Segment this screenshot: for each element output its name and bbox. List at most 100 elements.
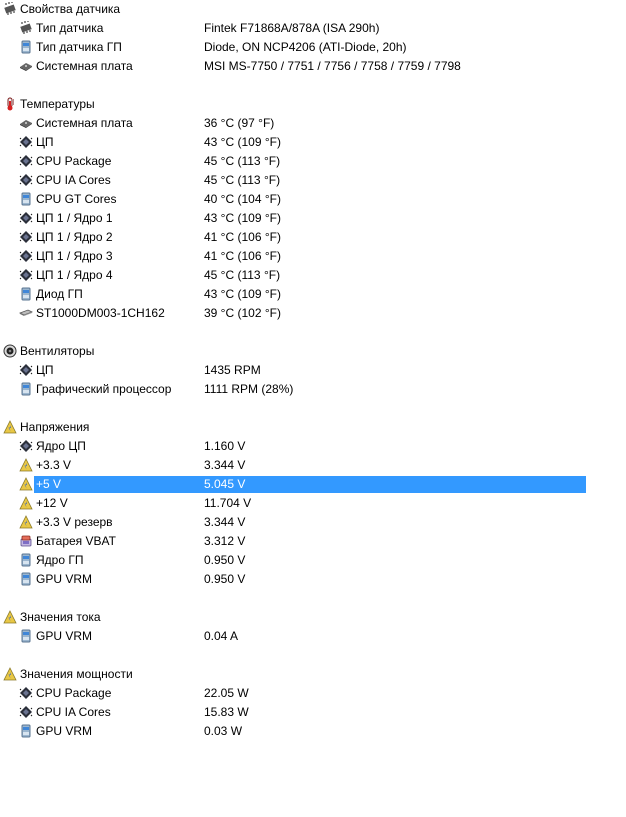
sensor-value: 0.950 V xyxy=(204,553,246,567)
sensor-row[interactable]: ЦП 43 °C (109 °F) xyxy=(0,133,626,152)
group-title: Свойства датчика xyxy=(20,2,121,16)
sensor-value: 15.83 W xyxy=(204,705,249,719)
sensor-label: ЦП 1 / Ядро 1 xyxy=(36,211,113,225)
sensor-value: 22.05 W xyxy=(204,686,249,700)
sensor-row[interactable]: Тип датчика ГП Diode, ON NCP4206 (ATI-Dio… xyxy=(0,38,626,57)
sensor-label: +12 V xyxy=(36,496,68,510)
sensor-row[interactable]: Системная плата 36 °C (97 °F) xyxy=(0,114,626,133)
sensor-value: 3.344 V xyxy=(204,515,246,529)
voltage-warning-icon xyxy=(19,496,33,510)
sensor-row[interactable]: Графический процессор 1111 RPM (28%) xyxy=(0,380,626,399)
sensor-tree[interactable]: Свойства датчика Тип датчика Fintek F71868… xyxy=(0,0,626,741)
voltage-warning-icon xyxy=(19,515,33,529)
sensor-row[interactable]: ЦП 1 / Ядро 4 45 °C (113 °F) xyxy=(0,266,626,285)
sensor-row[interactable]: Ядро ГП 0.950 V xyxy=(0,551,626,570)
voltage-warning-icon xyxy=(19,458,33,472)
sensor-label: Ядро ЦП xyxy=(36,439,86,453)
sensor-label: GPU VRM xyxy=(36,572,93,586)
sensor-row[interactable]: ЦП 1 / Ядро 2 41 °C (106 °F) xyxy=(0,228,626,247)
sensor-row[interactable]: ЦП 1 / Ядро 3 41 °C (106 °F) xyxy=(0,247,626,266)
sensor-row[interactable]: GPU VRM 0.03 W xyxy=(0,722,626,741)
group-title: Вентиляторы xyxy=(20,344,95,358)
sensor-value: 41 °C (106 °F) xyxy=(204,230,281,244)
sensor-label: ЦП xyxy=(36,363,54,377)
sensor-value: Fintek F71868A/878A (ISA 290h) xyxy=(204,21,380,35)
sensor-value: 43 °C (109 °F) xyxy=(204,135,281,149)
sensor-value: 43 °C (109 °F) xyxy=(204,211,281,225)
sensor-row[interactable]: CPU IA Cores 45 °C (113 °F) xyxy=(0,171,626,190)
sensor-label: Ядро ГП xyxy=(36,553,84,567)
cpu-icon xyxy=(19,363,33,377)
sensor-row[interactable]: CPU GT Cores 40 °C (104 °F) xyxy=(0,190,626,209)
sensor-value: Diode, ON NCP4206 (ATI-Diode, 20h) xyxy=(204,40,407,54)
sensor-row[interactable]: CPU Package 45 °C (113 °F) xyxy=(0,152,626,171)
gpu-icon xyxy=(19,40,33,54)
sensor-value: 3.344 V xyxy=(204,458,246,472)
group-header[interactable]: Температуры xyxy=(0,95,626,114)
cpu-icon xyxy=(19,249,33,263)
sensor-value: 36 °C (97 °F) xyxy=(204,116,275,130)
group-header[interactable]: Свойства датчика xyxy=(0,0,626,19)
sensor-row[interactable]: +3.3 V 3.344 V xyxy=(0,456,626,475)
gpu-icon xyxy=(19,287,33,301)
sensor-row[interactable]: CPU IA Cores 15.83 W xyxy=(0,703,626,722)
sensor-row[interactable]: Диод ГП 43 °C (109 °F) xyxy=(0,285,626,304)
voltage-warning-icon xyxy=(3,420,17,434)
gpu-icon xyxy=(19,572,33,586)
sensor-label: +3.3 V резерв xyxy=(36,515,113,529)
group-header[interactable]: Значения тока xyxy=(0,608,626,627)
sensor-value: 1435 RPM xyxy=(204,363,261,377)
cpu-icon xyxy=(19,705,33,719)
group-header[interactable]: Напряжения xyxy=(0,418,626,437)
sensor-label: +5 V xyxy=(36,477,62,491)
sensor-value: 5.045 V xyxy=(204,477,246,491)
voltage-warning-icon xyxy=(19,477,33,491)
selection-highlight xyxy=(34,476,586,493)
sensor-label: CPU Package xyxy=(36,154,112,168)
cpu-icon xyxy=(19,173,33,187)
cpu-icon xyxy=(19,154,33,168)
sensor-label: CPU Package xyxy=(36,686,112,700)
sensor-label: ST1000DM003-1CH162 xyxy=(36,306,165,320)
sensor-value: 43 °C (109 °F) xyxy=(204,287,281,301)
sensor-row[interactable]: GPU VRM 0.950 V xyxy=(0,570,626,589)
group-header[interactable]: Вентиляторы xyxy=(0,342,626,361)
sensor-label: +3.3 V xyxy=(36,458,72,472)
cpu-icon xyxy=(19,230,33,244)
hard-drive-icon xyxy=(19,306,33,320)
sensor-value: 0.04 A xyxy=(204,629,239,643)
sensor-label: Системная плата xyxy=(36,116,133,130)
cpu-icon xyxy=(19,686,33,700)
group-title: Температуры xyxy=(20,97,95,111)
sensor-row[interactable]: Ядро ЦП 1.160 V xyxy=(0,437,626,456)
sensor-label: GPU VRM xyxy=(36,724,93,738)
gpu-icon xyxy=(19,192,33,206)
sensor-value: 11.704 V xyxy=(204,496,252,510)
sensor-row[interactable]: +12 V 11.704 V xyxy=(0,494,626,513)
sensor-row[interactable]: CPU Package 22.05 W xyxy=(0,684,626,703)
sensor-row[interactable]: ЦП 1 / Ядро 1 43 °C (109 °F) xyxy=(0,209,626,228)
sensor-row-selected[interactable]: +5 V 5.045 V xyxy=(0,475,626,494)
sensor-row[interactable]: Тип датчика Fintek F71868A/878A (ISA 290h… xyxy=(0,19,626,38)
sensor-value: 1.160 V xyxy=(204,439,246,453)
sensor-label: Графический процессор xyxy=(36,382,172,396)
sensor-value: 41 °C (106 °F) xyxy=(204,249,281,263)
group-title: Напряжения xyxy=(20,420,90,434)
sensor-row[interactable]: ЦП 1435 RPM xyxy=(0,361,626,380)
sensor-row[interactable]: Системная плата MSI MS-7750 / 7751 / 7756… xyxy=(0,57,626,76)
sensor-row[interactable]: GPU VRM 0.04 A xyxy=(0,627,626,646)
group-title: Значения мощности xyxy=(20,667,133,681)
sensor-value: 45 °C (113 °F) xyxy=(204,268,281,282)
sensor-row[interactable]: Батарея VBAT 3.312 V xyxy=(0,532,626,551)
sensor-row[interactable]: +3.3 V резерв 3.344 V xyxy=(0,513,626,532)
sensor-label: Батарея VBAT xyxy=(36,534,116,548)
fan-icon xyxy=(3,344,17,358)
group-header[interactable]: Значения мощности xyxy=(0,665,626,684)
sensor-value: 45 °C (113 °F) xyxy=(204,173,281,187)
sensor-row[interactable]: ST1000DM003-1CH162 39 °C (102 °F) xyxy=(0,304,626,323)
sensor-label: CPU IA Cores xyxy=(36,705,111,719)
sensor-value: 39 °C (102 °F) xyxy=(204,306,281,320)
